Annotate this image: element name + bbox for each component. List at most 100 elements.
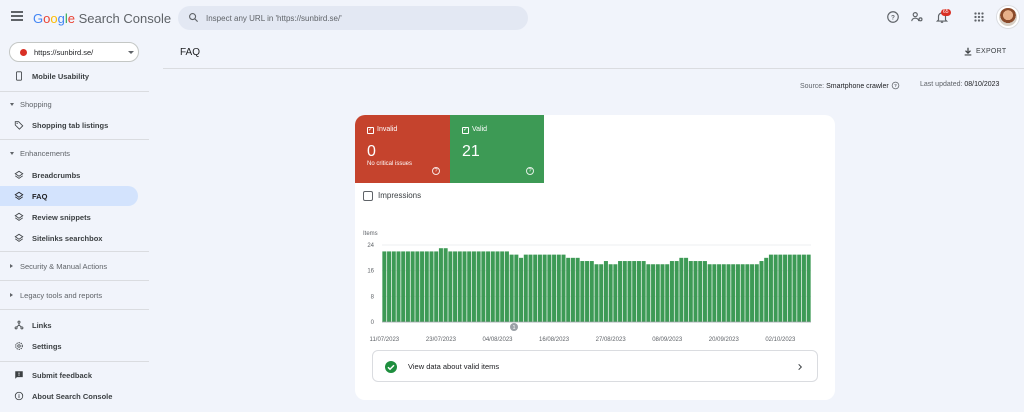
last-updated-label: Last updated: bbox=[920, 81, 963, 88]
chevron-down-icon bbox=[10, 152, 14, 155]
section-enhancements[interactable]: Enhancements bbox=[0, 145, 149, 163]
layers-icon bbox=[14, 233, 24, 242]
section-label: Enhancements bbox=[20, 149, 71, 158]
y-tick-label: 8 bbox=[371, 294, 375, 300]
property-url: https://sunbird.se/ bbox=[34, 48, 94, 57]
sidebar-item-settings[interactable]: Settings bbox=[0, 336, 138, 356]
chart-bar bbox=[448, 251, 453, 322]
sidebar-item-label: FAQ bbox=[32, 192, 48, 201]
apps-icon[interactable] bbox=[973, 11, 985, 23]
chart-bar bbox=[594, 264, 599, 322]
chart-bar bbox=[740, 264, 745, 322]
chevron-right-icon bbox=[798, 363, 803, 371]
chart-bar bbox=[773, 254, 778, 322]
chart-bar bbox=[504, 251, 509, 322]
page-title: FAQ bbox=[180, 47, 201, 58]
chart-bar bbox=[632, 261, 637, 322]
sidebar-item-label: Review snippets bbox=[32, 213, 91, 222]
sidebar-item-label: Settings bbox=[32, 342, 62, 351]
invalid-label: Invalid bbox=[377, 126, 398, 133]
chart-bar bbox=[712, 264, 717, 322]
last-updated-value: 08/10/2023 bbox=[964, 81, 1000, 88]
valid-label: Valid bbox=[472, 126, 488, 133]
download-icon bbox=[964, 47, 972, 56]
section-shopping[interactable]: Shopping bbox=[0, 96, 149, 114]
section-security-manual-actions[interactable]: Security & Manual Actions bbox=[0, 258, 149, 276]
chart-bar bbox=[688, 261, 693, 322]
manage-users-icon[interactable] bbox=[910, 10, 924, 24]
chart-bar bbox=[636, 261, 641, 322]
sidebar-item-sitelinks-searchbox[interactable]: Sitelinks searchbox bbox=[0, 228, 138, 248]
annotation-label: 1 bbox=[512, 325, 515, 331]
chart-bar bbox=[434, 251, 439, 322]
chart-bar bbox=[495, 251, 500, 322]
chart-bar bbox=[585, 261, 590, 322]
view-valid-items-row[interactable]: View data about valid items bbox=[372, 350, 818, 382]
x-tick-label: 23/07/2023 bbox=[426, 337, 457, 343]
menu-icon[interactable] bbox=[11, 11, 23, 23]
gear-icon bbox=[15, 342, 23, 350]
chart-bar bbox=[641, 261, 646, 322]
chart-bar bbox=[783, 254, 788, 322]
chart-bar bbox=[500, 251, 505, 322]
google-search-console-logo[interactable]: Google Search Console bbox=[33, 11, 171, 26]
property-selector[interactable]: https://sunbird.se/ bbox=[9, 42, 139, 62]
divider bbox=[0, 91, 149, 92]
chart-bar bbox=[471, 251, 476, 322]
divider bbox=[0, 361, 149, 362]
help-icon[interactable]: ? bbox=[526, 167, 534, 175]
search-placeholder[interactable]: Inspect any URL in 'https://sunbird.se/' bbox=[206, 14, 342, 23]
chart-bar bbox=[570, 257, 575, 322]
checkbox-box[interactable] bbox=[363, 191, 373, 201]
invalid-checkbox[interactable]: ✓ bbox=[367, 127, 374, 134]
valid-checkbox[interactable]: ✓ bbox=[462, 127, 469, 134]
divider bbox=[0, 251, 149, 252]
help-icon[interactable]: ? bbox=[891, 81, 900, 90]
export-button[interactable]: EXPORT bbox=[960, 45, 1010, 59]
sidebar-item-about[interactable]: About Search Console bbox=[0, 386, 138, 406]
chart-bar bbox=[726, 264, 731, 322]
y-axis-label: Items bbox=[363, 231, 378, 237]
chart-bar bbox=[603, 261, 608, 322]
x-tick-label: 16/08/2023 bbox=[539, 337, 570, 343]
sidebar-item-label: Sitelinks searchbox bbox=[32, 234, 103, 243]
sidebar-item-submit-feedback[interactable]: Submit feedback bbox=[0, 365, 138, 385]
sidebar-item-faq[interactable]: FAQ bbox=[0, 186, 138, 206]
chevron-right-icon bbox=[10, 293, 13, 297]
help-icon[interactable]: ? bbox=[432, 167, 440, 175]
chart-bar bbox=[420, 251, 425, 322]
report-card: ✓ Invalid 0 No critical issues ? ✓ Valid… bbox=[355, 115, 835, 400]
chart-bar bbox=[396, 251, 401, 322]
chart-bar bbox=[768, 254, 773, 322]
help-icon[interactable]: ? bbox=[886, 10, 900, 24]
invalid-summary-tile[interactable]: ✓ Invalid 0 No critical issues ? bbox=[355, 115, 450, 183]
sidebar-item-breadcrumbs[interactable]: Breadcrumbs bbox=[0, 165, 138, 185]
section-legacy-tools[interactable]: Legacy tools and reports bbox=[0, 287, 149, 305]
chart-bar bbox=[580, 261, 585, 322]
url-inspection-search[interactable]: Inspect any URL in 'https://sunbird.se/' bbox=[178, 6, 528, 30]
chart-bar bbox=[792, 254, 797, 322]
impressions-label: Impressions bbox=[378, 191, 422, 200]
sidebar-item-review-snippets[interactable]: Review snippets bbox=[0, 207, 138, 227]
sidebar-item-mobile-usability[interactable]: Mobile Usability bbox=[0, 66, 138, 86]
chart-bar bbox=[745, 264, 750, 322]
chart-bar bbox=[424, 251, 429, 322]
chart-bar bbox=[608, 264, 613, 322]
chart-bar bbox=[759, 261, 764, 322]
sidebar-item-label: Mobile Usability bbox=[32, 72, 90, 81]
chart-bar bbox=[490, 251, 495, 322]
chart-bar bbox=[707, 264, 712, 322]
main-content: FAQ EXPORT Source: Smartphone crawler ? … bbox=[149, 36, 1024, 412]
sidebar-item-links[interactable]: Links bbox=[0, 315, 138, 335]
x-tick-label: 02/10/2023 bbox=[765, 337, 796, 343]
avatar[interactable] bbox=[997, 6, 1019, 28]
valid-count: 21 bbox=[462, 143, 480, 160]
chart-bar bbox=[405, 251, 410, 322]
valid-summary-tile[interactable]: ✓ Valid 21 ? bbox=[450, 115, 544, 183]
chart-bar bbox=[655, 264, 660, 322]
export-label: EXPORT bbox=[976, 48, 1007, 55]
chart-bar bbox=[476, 251, 481, 322]
sidebar-item-shopping-tab-listings[interactable]: Shopping tab listings bbox=[0, 115, 138, 135]
impressions-checkbox[interactable]: Impressions bbox=[363, 190, 443, 202]
view-valid-items-label: View data about valid items bbox=[408, 362, 500, 371]
